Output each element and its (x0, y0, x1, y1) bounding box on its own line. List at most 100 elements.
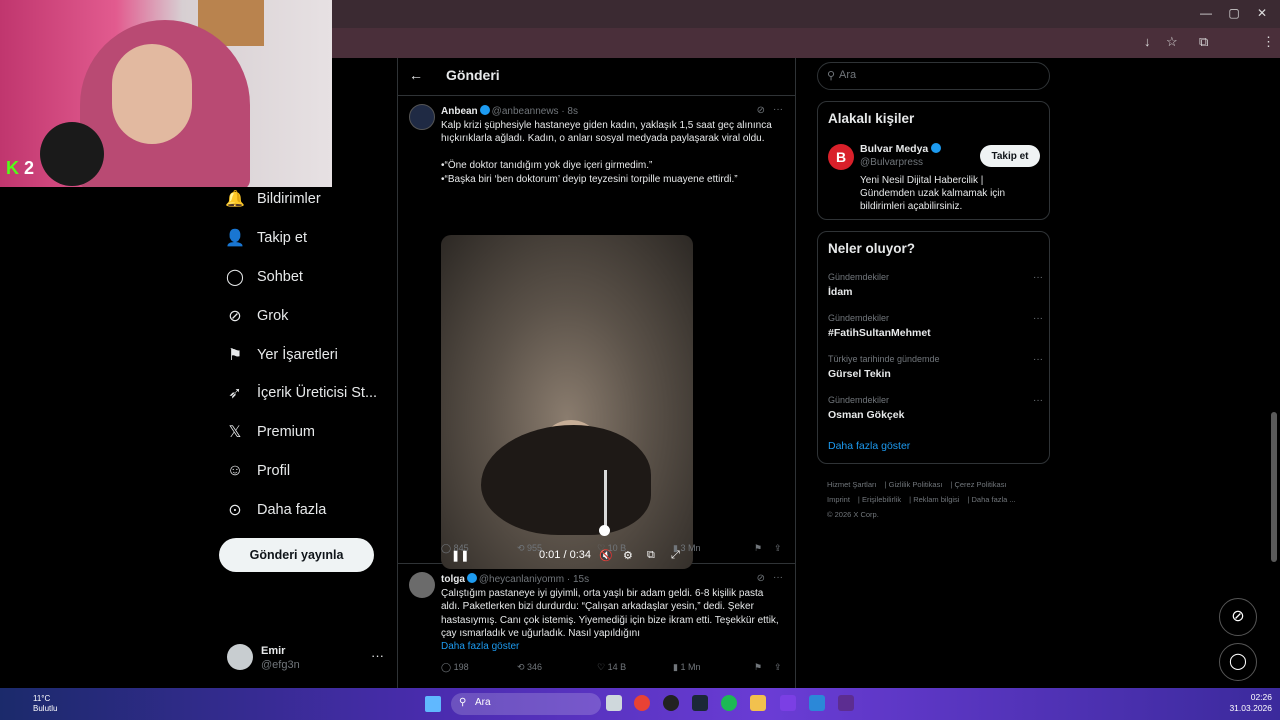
author-name[interactable]: Anbean (441, 106, 478, 117)
microphone (40, 122, 104, 186)
like-button[interactable]: ♡ 14 B (597, 662, 626, 673)
chat-fab-icon[interactable]: ◯ (1219, 643, 1257, 681)
repost-button[interactable]: ⟲ 346 (517, 662, 542, 673)
extensions-icon[interactable]: ⧉ (1199, 34, 1208, 50)
search-box[interactable]: ⚲ (817, 62, 1050, 90)
sidebar-item-chat[interactable]: ◯ Sohbet (222, 258, 392, 297)
avatar[interactable]: B (828, 144, 854, 170)
more-icon[interactable]: ··· (773, 104, 783, 115)
reply-button[interactable]: ◯ 845 (441, 543, 469, 554)
account-switcher[interactable]: Emir @efg3n ··· (227, 644, 387, 674)
more-icon[interactable]: ··· (1033, 395, 1043, 406)
sidebar-item-premium[interactable]: 𝕏 Premium (222, 413, 392, 452)
chrome-icon[interactable] (634, 695, 650, 711)
more-circle-icon: ⊙ (228, 501, 242, 519)
like-button[interactable]: ♡ 10 B (597, 543, 626, 554)
app-icon[interactable] (838, 695, 854, 711)
tweet[interactable]: Anbean @anbeannews · 8s ⊘ ··· Kalp krizi … (398, 98, 795, 569)
author-handle[interactable]: @anbeannews · 8s (492, 106, 578, 117)
reply-button[interactable]: ◯ 198 (441, 662, 469, 673)
clock[interactable]: 02:26 31.03.2026 (1224, 692, 1272, 714)
steam-icon[interactable] (692, 695, 708, 711)
views-button[interactable]: ▮ 1 Mn (673, 662, 700, 673)
store-icon[interactable] (809, 695, 825, 711)
views-button[interactable]: ▮ 3 Mn (673, 543, 700, 554)
bookmark-icon: ⚑ (227, 346, 243, 364)
author-name[interactable]: tolga (441, 574, 465, 585)
sidebar-item-follow[interactable]: 👤 Takip et (222, 219, 392, 258)
close-button[interactable]: ✕ (1252, 6, 1272, 20)
related-handle[interactable]: @Bulvarpress (860, 157, 923, 168)
more-icon[interactable]: ··· (1033, 313, 1043, 324)
sidebar-item-notifications[interactable]: 🔔 Bildirimler (222, 180, 392, 219)
video-player[interactable]: ❚❚ 0:01 / 0:34 🔇 ⚙ ⧉ ⤢ (441, 235, 693, 569)
sidebar-item-creator-studio[interactable]: ➶ İçerik Üreticisi St... (222, 374, 392, 413)
more-icon[interactable]: ··· (371, 648, 384, 663)
back-arrow-icon[interactable]: ← (409, 67, 423, 83)
more-icon[interactable]: ··· (773, 572, 783, 583)
folder-icon[interactable] (750, 695, 766, 711)
tweet-actions: ◯ 845 ⟲ 955 ♡ 10 B ▮ 3 Mn ⚑ ⇪ (441, 543, 786, 557)
tweet-header: Anbean @anbeannews · 8s (441, 105, 578, 117)
post-button[interactable]: Gönderi yayınla (219, 538, 374, 572)
weather-widget[interactable]: 11°C Bulutlu (33, 694, 57, 714)
sidebar-item-more[interactable]: ⊙ Daha fazla (222, 490, 392, 529)
footer-link[interactable]: Hizmet Şartları (827, 480, 877, 489)
tweet-actions: ◯ 198 ⟲ 346 ♡ 14 B ▮ 1 Mn ⚑ ⇪ (441, 662, 786, 676)
install-icon[interactable]: ↓ (1144, 34, 1151, 49)
search-input[interactable] (839, 69, 1039, 81)
tweet-text: Çalıştığım pastaneye iyi giyimli, orta y… (441, 588, 779, 640)
minimize-button[interactable]: — (1196, 6, 1216, 20)
windows-start-icon[interactable] (425, 696, 441, 712)
grok-icon[interactable]: ⊘ (757, 105, 765, 116)
tweet[interactable]: tolga @heycanlaniyomm · 15s ⊘ ··· Çalıştı… (398, 565, 795, 688)
follow-button[interactable]: Takip et (980, 145, 1040, 167)
avatar (227, 644, 253, 670)
trends-show-more[interactable]: Daha fazla göster (828, 440, 910, 452)
trend-item[interactable]: Gündemdekiler #FatihSultanMehmet ··· (828, 313, 1043, 339)
grok-icon[interactable]: ⊘ (757, 573, 765, 584)
spotify-icon[interactable] (721, 695, 737, 711)
maximize-button[interactable]: ▢ (1224, 6, 1244, 20)
share-icon[interactable]: ⇪ (774, 662, 782, 673)
share-icon[interactable]: ⇪ (774, 543, 782, 554)
chat-icon: ◯ (226, 268, 244, 286)
show-more-link[interactable]: Daha fazla göster (441, 641, 519, 652)
bookmark-icon[interactable]: ⚑ (754, 543, 762, 554)
footer-link[interactable]: Çerez Politikası (954, 480, 1006, 489)
avatar[interactable] (409, 104, 435, 130)
footer-link[interactable]: Gizlilik Politikası (889, 480, 943, 489)
footer-link[interactable]: Imprint (827, 495, 850, 504)
trends-title: Neler oluyor? (828, 241, 916, 256)
avatar[interactable] (409, 572, 435, 598)
github-icon[interactable] (663, 695, 679, 711)
scrollbar[interactable] (1271, 60, 1277, 686)
more-icon[interactable]: ··· (1033, 354, 1043, 365)
app-icon[interactable] (780, 695, 796, 711)
grok-fab-icon[interactable]: ⊘ (1219, 598, 1257, 636)
related-name[interactable]: Bulvar Medya (860, 143, 942, 155)
author-handle[interactable]: @heycanlaniyomm · 15s (479, 574, 589, 585)
search-icon: ⚲ (827, 70, 836, 82)
trend-item[interactable]: Türkiye tarihinde gündemde Gürsel Tekin ··… (828, 354, 1043, 380)
bookmark-icon[interactable]: ⚑ (754, 662, 762, 673)
star-icon[interactable]: ☆ (1166, 34, 1178, 50)
file-app-icon[interactable] (606, 695, 622, 711)
volume-knob[interactable] (599, 525, 610, 536)
more-icon[interactable]: ··· (1033, 272, 1043, 283)
trend-item[interactable]: Gündemdekiler İdam ··· (828, 272, 1043, 298)
rocket-icon: ➶ (228, 385, 242, 403)
sidebar-item-bookmarks[interactable]: ⚑ Yer İşaretleri (222, 335, 392, 374)
video-frame-hair (481, 425, 651, 535)
trend-item[interactable]: Gündemdekiler Osman Gökçek ··· (828, 395, 1043, 421)
footer-link[interactable]: Erişilebilirlik (862, 495, 901, 504)
footer-link[interactable]: Reklam bilgisi (913, 495, 959, 504)
repost-button[interactable]: ⟲ 955 (517, 543, 542, 554)
sidebar-item-grok[interactable]: ⊘ Grok (222, 296, 392, 335)
volume-slider[interactable] (604, 470, 607, 530)
menu-icon[interactable]: ⋮ (1262, 34, 1275, 50)
sidebar-item-profile[interactable]: ☺ Profil (222, 452, 392, 491)
taskbar-search[interactable]: ⚲ Ara (451, 693, 601, 715)
footer-link[interactable]: Daha fazla ... (972, 495, 1016, 504)
scrollbar-thumb[interactable] (1271, 412, 1277, 562)
